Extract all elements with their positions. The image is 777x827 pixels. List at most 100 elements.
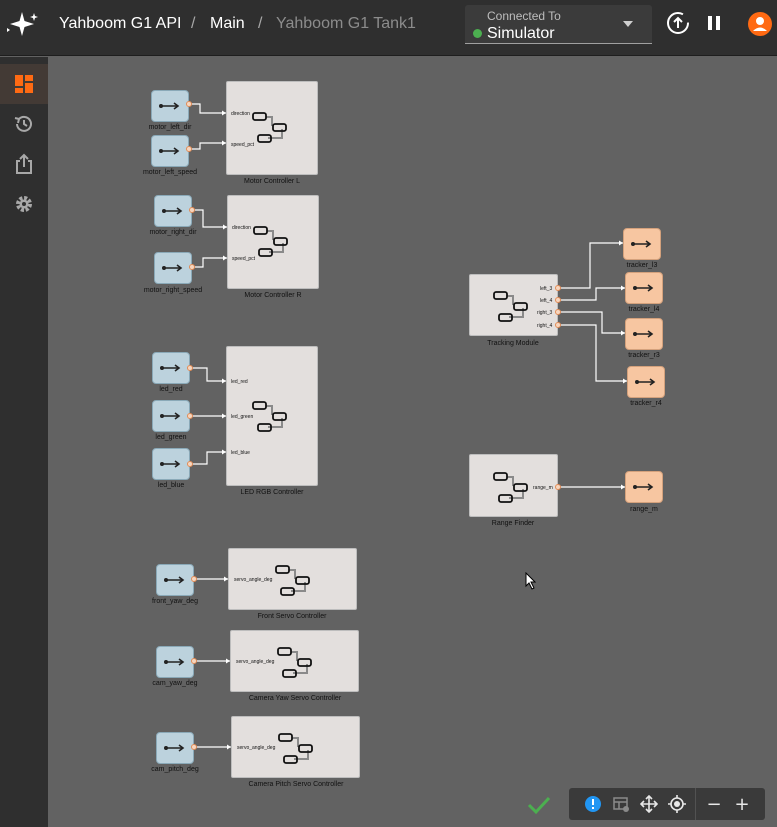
zoom-in-button[interactable]: + xyxy=(731,793,753,815)
component-range-finder[interactable]: range_m xyxy=(469,454,558,517)
port-label: servo_angle_deg xyxy=(236,659,275,665)
component-camera-yaw-servo-controller[interactable]: servo_angle_deg xyxy=(230,630,359,692)
component-title: Motor Controller R xyxy=(244,292,302,299)
input-label: cam_pitch_deg xyxy=(151,766,199,773)
output-port[interactable] xyxy=(555,297,561,303)
arrow-right-icon xyxy=(633,483,654,491)
dashboard-icon xyxy=(15,75,33,93)
input-label: cam_yaw_deg xyxy=(152,680,198,687)
component-icon xyxy=(253,226,288,257)
input-label: motor_right_speed xyxy=(143,287,203,294)
connection-select[interactable]: Connected To Simulator xyxy=(465,5,652,44)
zoom-out-button[interactable]: − xyxy=(703,793,725,815)
output-port[interactable] xyxy=(186,146,192,152)
output-label: tracker_r3 xyxy=(628,352,660,359)
arrow-right-icon xyxy=(633,330,654,338)
arrow-right-icon xyxy=(162,264,183,272)
component-title: Camera Yaw Servo Controller xyxy=(248,695,342,702)
history-icon xyxy=(14,115,32,132)
output-port[interactable] xyxy=(187,413,193,419)
output-label: range_m xyxy=(630,506,658,513)
input-node-motor-right-speed[interactable] xyxy=(154,252,192,284)
input-node-motor-left-speed[interactable] xyxy=(151,135,189,167)
component-title: LED RGB Controller xyxy=(240,489,304,496)
user-avatar-icon[interactable] xyxy=(747,11,773,37)
component-motor-controller-l[interactable]: direction speed_pct xyxy=(226,81,318,175)
center-button[interactable] xyxy=(666,793,688,815)
input-node-led-blue[interactable] xyxy=(152,448,190,480)
breadcrumb-separator: / xyxy=(258,15,263,32)
sidebar-item-history[interactable] xyxy=(0,104,48,144)
output-port[interactable] xyxy=(555,285,561,291)
input-node-cam-yaw-deg[interactable] xyxy=(156,646,194,678)
component-title: Tracking Module xyxy=(487,340,539,347)
layout-button[interactable] xyxy=(610,793,632,815)
output-port[interactable] xyxy=(187,365,193,371)
move-button[interactable] xyxy=(638,793,660,815)
port-label: direction xyxy=(232,225,251,231)
toolbar-divider xyxy=(695,788,696,820)
check-icon xyxy=(527,796,551,815)
arrow-right-icon xyxy=(159,147,180,155)
component-title: Motor Controller L xyxy=(243,178,301,185)
output-port[interactable] xyxy=(191,658,197,664)
info-button[interactable] xyxy=(582,793,604,815)
sidebar-item-export[interactable] xyxy=(0,144,48,184)
input-label: led_red xyxy=(159,386,183,393)
component-icon xyxy=(493,291,528,322)
input-label: motor_right_dir xyxy=(149,229,197,236)
input-node-front-yaw-deg[interactable] xyxy=(156,564,194,596)
component-tracking-module[interactable]: left_3 left_4 right_3 right_4 xyxy=(469,274,558,336)
output-port[interactable] xyxy=(189,264,195,270)
input-node-motor-left-dir[interactable] xyxy=(151,90,189,122)
output-label: tracker_l3 xyxy=(626,262,658,269)
component-camera-pitch-servo-controller[interactable]: servo_angle_deg xyxy=(231,716,360,778)
center-icon xyxy=(668,795,686,813)
output-port[interactable] xyxy=(187,461,193,467)
component-front-servo-controller[interactable]: servo_angle_deg xyxy=(228,548,357,610)
component-led-rgb-controller[interactable]: led_red led_green led_blue xyxy=(226,346,318,486)
input-node-led-green[interactable] xyxy=(152,400,190,432)
output-port[interactable] xyxy=(186,101,192,107)
settings-icon xyxy=(16,196,32,212)
input-label: led_blue xyxy=(157,482,185,489)
arrow-right-icon xyxy=(162,207,183,215)
output-label: tracker_r4 xyxy=(630,400,662,407)
info-icon xyxy=(585,796,601,812)
arrow-right-icon xyxy=(164,576,185,584)
output-node-tracker-l4[interactable] xyxy=(625,272,663,304)
output-node-tracker-r4[interactable] xyxy=(627,366,665,398)
output-port[interactable] xyxy=(191,576,197,582)
output-port[interactable] xyxy=(555,484,561,490)
port-label: left_4 xyxy=(540,298,553,304)
component-motor-controller-r[interactable]: direction speed_pct xyxy=(227,195,319,289)
connection-status-dot xyxy=(473,29,482,38)
upload-circle-icon[interactable] xyxy=(665,10,691,36)
sidebar xyxy=(0,57,48,827)
port-label: direction xyxy=(231,111,250,117)
input-node-motor-right-dir[interactable] xyxy=(154,195,192,227)
port-label: servo_angle_deg xyxy=(237,745,276,751)
output-node-tracker-l3[interactable] xyxy=(623,228,661,260)
sparkle-logo-icon[interactable] xyxy=(4,10,40,38)
arrow-right-icon xyxy=(164,658,185,666)
pause-icon[interactable] xyxy=(701,10,727,36)
output-port[interactable] xyxy=(189,207,195,213)
output-port[interactable] xyxy=(191,744,197,750)
arrow-right-icon xyxy=(160,364,181,372)
output-node-range-m[interactable] xyxy=(625,471,663,503)
breadcrumb-main[interactable]: Main xyxy=(210,15,245,33)
output-label: tracker_l4 xyxy=(628,306,660,313)
breadcrumb-api[interactable]: Yahboom G1 API xyxy=(59,15,181,33)
sidebar-item-settings[interactable] xyxy=(0,184,48,224)
sidebar-item-dashboard[interactable] xyxy=(0,64,48,104)
port-label: servo_angle_deg xyxy=(234,577,273,583)
input-node-led-red[interactable] xyxy=(152,352,190,384)
component-icon xyxy=(275,565,310,596)
port-label: range_m xyxy=(533,485,553,491)
output-port[interactable] xyxy=(555,322,561,328)
input-node-cam-pitch-deg[interactable] xyxy=(156,732,194,764)
output-node-tracker-r3[interactable] xyxy=(625,318,663,350)
output-port[interactable] xyxy=(555,309,561,315)
arrow-right-icon xyxy=(159,102,180,110)
